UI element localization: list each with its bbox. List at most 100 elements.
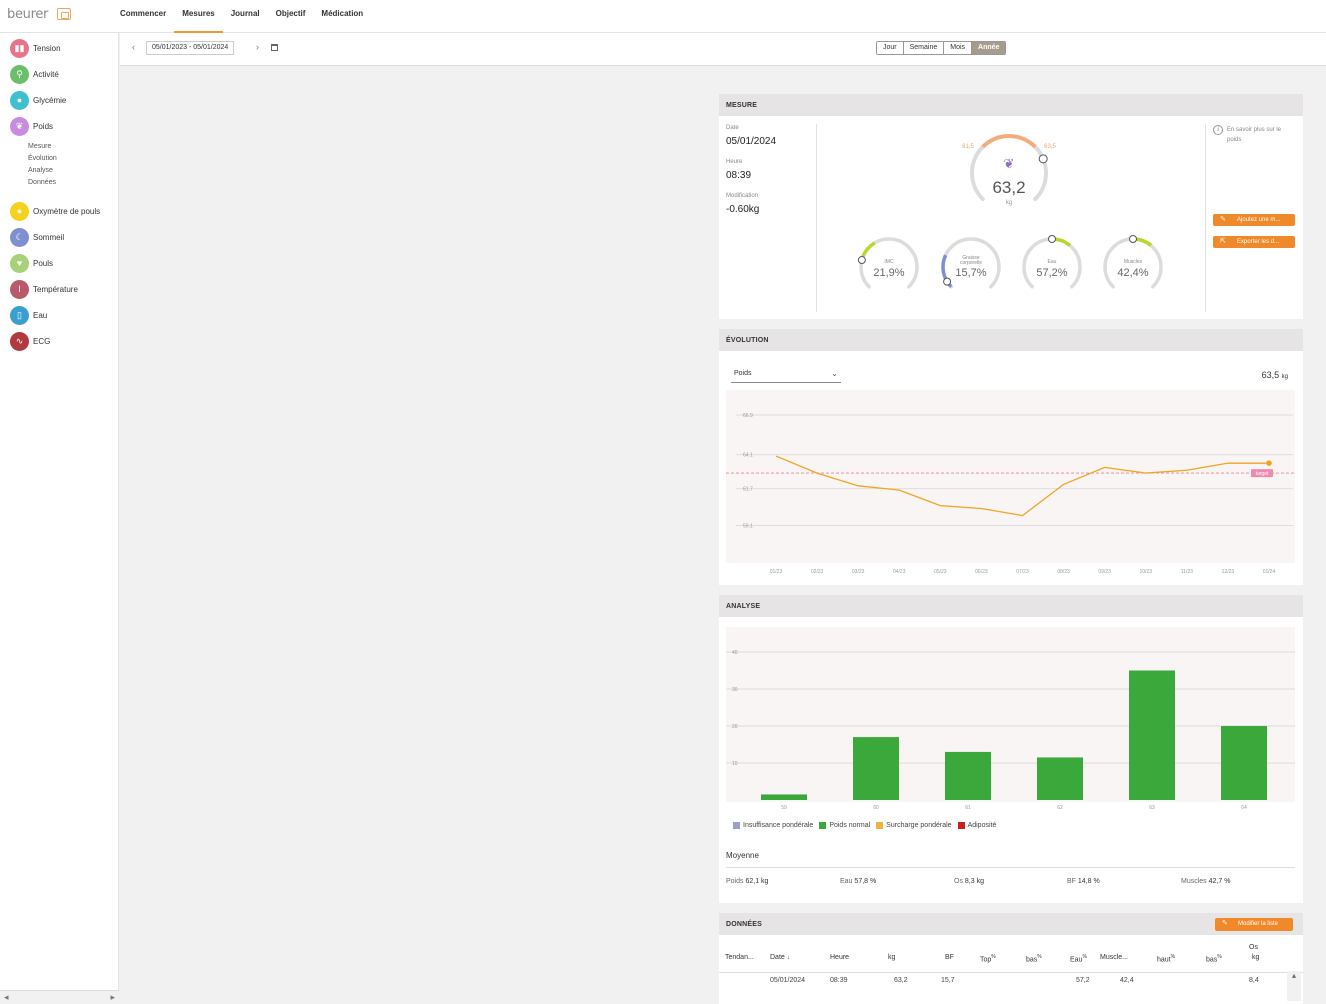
calendar-icon[interactable] (271, 44, 278, 51)
nav-mesures[interactable]: Mesures (174, 0, 224, 33)
sidebar-sub-analyse[interactable]: Analyse (28, 167, 53, 174)
edit-list-label: Modifier la liste (1238, 921, 1279, 927)
col-label: Top (980, 956, 992, 964)
sidebar-item-activite[interactable]: ⚲ Activité (10, 64, 59, 84)
sidebar-sub-donnees[interactable]: Données (28, 179, 56, 186)
col-bas-2[interactable]: bas% (1206, 954, 1222, 963)
col-date[interactable]: Date ↓ (770, 954, 790, 961)
x-tick-label: 01/24 (1263, 569, 1276, 575)
small-gauges: IMC21,9%Graissecorporelle15,7%Eau57,2%Mu… (857, 235, 1163, 289)
col-muscle[interactable]: Muscle... (1100, 954, 1128, 961)
sidebar: ▮▮ Tension ⚲ Activité ● Glycémie ❦ Poids… (0, 33, 119, 1004)
last-point (1266, 460, 1272, 466)
x-tick-label: 06/23 (975, 569, 988, 575)
col-unit: % (1170, 954, 1176, 960)
col-eau[interactable]: Eau% (1070, 954, 1087, 963)
small-gauge-value: 57,2% (1036, 267, 1067, 279)
scroll-up-icon[interactable]: ▴ (1292, 971, 1296, 980)
col-heure[interactable]: Heure (830, 954, 849, 961)
sidebar-item-sommeil[interactable]: ☾ Sommeil (10, 227, 64, 247)
small-gauge-value: 21,9% (873, 267, 904, 279)
sidebar-horizontal-scrollbar[interactable]: ◂ ▸ (0, 990, 119, 1004)
scroll-right-icon[interactable]: ▸ (110, 992, 115, 1003)
next-period-icon[interactable]: › (256, 42, 259, 52)
nav-commencer[interactable]: Commencer (112, 0, 174, 33)
col-os-unit: kg (1252, 954, 1260, 961)
sidebar-item-pouls[interactable]: ♥ Pouls (10, 253, 53, 273)
date-range-field[interactable]: 05/01/2023 - 05/01/2024 (146, 41, 235, 55)
avg-poids: Poids 62,1 kg (726, 878, 768, 885)
col-top[interactable]: Top% (980, 954, 996, 963)
edit-list-button[interactable]: ✎ Modifier la liste (1215, 918, 1293, 931)
mesure-card: MESURE Date 05/01/2024 Heure 08:39 Modif… (719, 94, 1303, 319)
col-haut[interactable]: haut% (1157, 954, 1175, 963)
metric-select[interactable]: Poids ⌄ (731, 366, 841, 383)
sidebar-item-tension[interactable]: ▮▮ Tension (10, 38, 61, 58)
thermometer-icon: ǀ (10, 279, 29, 299)
legend-label: Adiposité (967, 822, 997, 829)
sidebar-item-ecg[interactable]: ∿ ECG (10, 331, 50, 351)
beurer-logo[interactable]: beurer (7, 7, 48, 22)
previous-period-icon[interactable]: ‹ (132, 42, 135, 52)
export-button[interactable]: ⇱ Exporter les d... (1213, 236, 1295, 248)
nav-objectif[interactable]: Objectif (268, 0, 314, 33)
table-scrollbar[interactable]: ▴ (1287, 971, 1301, 1001)
date-toolbar: ‹ 05/01/2023 - 05/01/2024 › Jour Semaine… (120, 33, 1326, 66)
bar (945, 751, 991, 800)
col-kg[interactable]: kg (888, 954, 895, 961)
water-glass-icon: ▯ (10, 305, 29, 325)
chart-background (726, 627, 1295, 802)
sidebar-item-label: Glycémie (33, 95, 67, 105)
col-bas[interactable]: bas% (1026, 954, 1042, 963)
feather-icon: ❦ (1004, 156, 1015, 171)
legend-label: Insuffisance pondérale (743, 822, 814, 829)
export-label: Exporter les d... (1237, 239, 1280, 245)
small-gauge-label: IMC (884, 259, 894, 265)
sidebar-item-temperature[interactable]: ǀ Température (10, 279, 78, 299)
current-value: 63,5 kg (1262, 370, 1288, 380)
nav-medication[interactable]: Médication (313, 0, 371, 33)
info-icon[interactable]: i (1213, 125, 1223, 135)
x-tick-label: 10/23 (1139, 569, 1152, 575)
avg-value: 62,1 kg (745, 878, 769, 885)
bar (1221, 726, 1267, 800)
col-bf[interactable]: BF (945, 954, 954, 961)
period-annee[interactable]: Année (972, 42, 1006, 54)
chart-background (726, 390, 1295, 563)
y-tick-label: 20 (732, 724, 738, 730)
avg-value: 57,8 % (854, 878, 877, 885)
bar (761, 794, 807, 800)
evolution-card: ÉVOLUTION Poids ⌄ 63,5 kg 66.9 64.1 61.7 59… (719, 329, 1303, 585)
x-tick-label: 03/23 (852, 569, 865, 575)
info-link[interactable]: En savoir plus sur le poids (1227, 125, 1297, 145)
add-measure-button[interactable]: ✎ Ajoutez une m... (1213, 214, 1295, 226)
col-tendance[interactable]: Tendan... (725, 954, 754, 961)
period-mois[interactable]: Mois (944, 42, 973, 54)
y-tick-label: 10 (732, 761, 738, 767)
period-jour[interactable]: Jour (877, 42, 904, 54)
period-semaine[interactable]: Semaine (903, 42, 945, 54)
legend-insuffisance: Insuffisance pondérale (733, 822, 813, 829)
sidebar-item-eau[interactable]: ▯ Eau (10, 305, 47, 325)
sidebar-item-glycemie[interactable]: ● Glycémie (10, 90, 66, 110)
col-os[interactable]: Os (1249, 944, 1258, 951)
sidebar-item-label: Activité (33, 69, 59, 79)
x-tick-label: 64 (1241, 805, 1247, 811)
analyse-title: ANALYSE (719, 595, 1303, 617)
switch-window-icon[interactable] (57, 8, 71, 20)
sidebar-item-label: Pouls (33, 258, 54, 268)
nav-journal[interactable]: Journal (223, 0, 268, 33)
cell-heure: 08:39 (830, 977, 848, 984)
sidebar-sub-mesure[interactable]: Mesure (28, 143, 51, 150)
donnees-card: DONNÉES ✎ Modifier la liste Tendan... Da… (719, 913, 1303, 1004)
sidebar-sub-evolution[interactable]: Évolution (28, 155, 57, 162)
sidebar-item-label: Poids (33, 121, 54, 131)
weight-feather-icon: ❦ (10, 116, 29, 136)
y-tick-label: 59.1 (743, 524, 753, 530)
mesure-title: MESURE (719, 94, 1303, 116)
sidebar-item-poids[interactable]: ❦ Poids (10, 116, 53, 136)
col-date-label: Date (770, 954, 785, 961)
small-gauge-marker (1048, 235, 1056, 243)
scroll-left-icon[interactable]: ◂ (4, 992, 9, 1003)
sidebar-item-oxymetre[interactable]: ● Oxymètre de pouls (10, 201, 100, 221)
